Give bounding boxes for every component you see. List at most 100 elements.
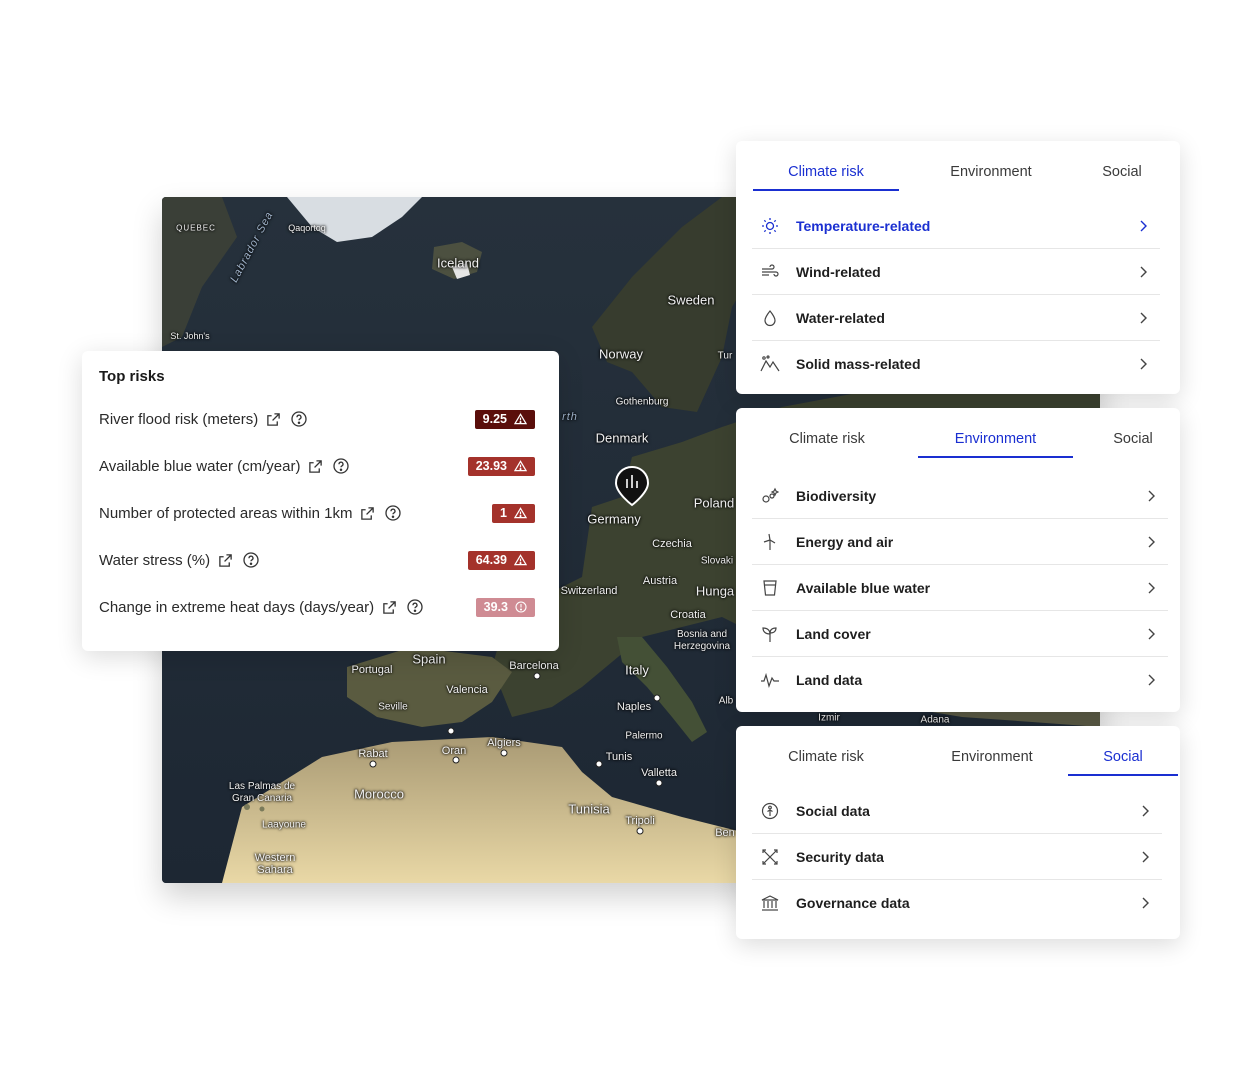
map-label-palermo: Palermo xyxy=(625,730,663,742)
help-circle-icon[interactable] xyxy=(333,458,350,474)
map-label-slovakia: Slovaki xyxy=(700,555,734,567)
list-item-water[interactable]: Water-related xyxy=(752,295,1160,341)
city-dot-valletta xyxy=(655,779,663,787)
list-item-social-data[interactable]: Social data xyxy=(752,788,1162,834)
list-item-governance-data[interactable]: Governance data xyxy=(752,880,1162,925)
list-item-label: Biodiversity xyxy=(796,487,877,504)
map-label-morocco: Morocco xyxy=(354,786,404,802)
city-dot-rabat xyxy=(369,760,377,768)
location-pin-icon[interactable] xyxy=(614,465,650,507)
chevron-right-icon xyxy=(1147,628,1156,640)
tab-environment[interactable]: Environment xyxy=(917,141,1065,189)
map-label-albania-partial: Alb xyxy=(718,695,734,707)
panel-tabs: Climate risk Environment Social xyxy=(752,726,1178,776)
map-label-western-sahara: Western Sahara xyxy=(254,852,296,876)
map-label-switzerland: Switzerland xyxy=(560,585,618,597)
risk-row-blue-water: Available blue water (cm/year) 23.93 xyxy=(99,453,535,479)
risk-badge: 1 xyxy=(492,503,535,523)
risk-value: 39.3 xyxy=(483,600,508,614)
map-label-bosnia: Bosnia and Herzegovina xyxy=(673,629,731,652)
tab-climate-risk[interactable]: Climate risk xyxy=(753,408,901,456)
list-item-label: Land cover xyxy=(796,625,871,642)
top-risks-card: Top risks River flood risk (meters) 9.25… xyxy=(82,351,559,651)
bank-icon xyxy=(760,893,780,913)
social-panel: Climate risk Environment Social Social d… xyxy=(736,726,1180,939)
map-label-turkey-partial: Tur xyxy=(717,350,733,362)
map-label-north-sea: rth xyxy=(562,411,578,423)
help-circle-icon[interactable] xyxy=(407,599,423,615)
map-label-poland: Poland xyxy=(693,495,735,511)
chevron-right-icon xyxy=(1147,582,1156,594)
map-label-benghazi-partial: Ben xyxy=(715,827,735,839)
list-item-wind[interactable]: Wind-related xyxy=(752,249,1160,295)
map-label-denmark: Denmark xyxy=(595,430,649,446)
list-item-temperature[interactable]: Temperature-related xyxy=(752,203,1160,249)
map-label-iceland: Iceland xyxy=(437,255,479,271)
map-label-hungary: Hunga xyxy=(695,583,735,599)
chevron-right-icon xyxy=(1141,805,1150,817)
tab-environment[interactable]: Environment xyxy=(918,408,1073,458)
risk-label: River flood risk (meters) xyxy=(99,410,259,428)
tab-climate-risk[interactable]: Climate risk xyxy=(753,141,899,191)
map-label-tunis: Tunis xyxy=(605,751,633,763)
list-item-land-data[interactable]: Land data xyxy=(752,657,1168,702)
map-label-austria: Austria xyxy=(642,575,678,587)
risk-row-water-stress: Water stress (%) 64.39 xyxy=(99,547,535,573)
risk-badge: 9.25 xyxy=(474,409,535,429)
pulse-icon xyxy=(760,670,780,690)
city-dot-barcelona xyxy=(533,672,541,680)
external-link-icon[interactable] xyxy=(308,459,323,474)
warning-icon xyxy=(514,554,527,566)
list-item-label: Water-related xyxy=(796,309,885,326)
help-circle-icon[interactable] xyxy=(243,552,259,568)
list-item-biodiversity[interactable]: Biodiversity xyxy=(752,473,1168,519)
list-item-energy-air[interactable]: Energy and air xyxy=(752,519,1168,565)
risk-value: 23.93 xyxy=(475,459,507,473)
tab-social[interactable]: Social xyxy=(1070,141,1174,189)
map-label-adana: Adana xyxy=(920,714,950,726)
security-icon xyxy=(760,847,780,867)
map-label-tunisia: Tunisia xyxy=(568,801,610,817)
risk-row-extreme-heat: Change in extreme heat days (days/year) … xyxy=(99,594,535,620)
map-label-laayoune: Laayoune xyxy=(262,819,306,831)
map-label-valencia: Valencia xyxy=(446,684,488,696)
external-link-icon[interactable] xyxy=(218,553,233,568)
map-label-barcelona: Barcelona xyxy=(509,660,559,672)
external-link-icon[interactable] xyxy=(360,506,375,521)
water-glass-icon xyxy=(760,578,780,598)
environment-panel: Climate risk Environment Social Biodiver… xyxy=(736,408,1180,712)
tab-social[interactable]: Social xyxy=(1082,408,1184,456)
external-link-icon[interactable] xyxy=(266,412,281,427)
panel-tabs: Climate risk Environment Social xyxy=(752,408,1164,458)
chevron-right-icon xyxy=(1147,490,1156,502)
tab-environment[interactable]: Environment xyxy=(918,726,1066,774)
list-item-land-cover[interactable]: Land cover xyxy=(752,611,1168,657)
risk-value: 64.39 xyxy=(475,553,507,567)
city-dot-tunis xyxy=(595,760,603,768)
map-label-oran: Oran xyxy=(441,745,467,757)
external-link-icon[interactable] xyxy=(382,600,397,615)
list-item-label: Available blue water xyxy=(796,579,931,596)
list-item-solid-mass[interactable]: Solid mass-related xyxy=(752,341,1160,386)
social-list: Social data Security data Governance dat… xyxy=(752,788,1162,925)
map-label-czechia: Czechia xyxy=(652,538,692,550)
warning-icon xyxy=(514,460,527,472)
help-circle-icon[interactable] xyxy=(385,505,402,521)
list-item-label: Temperature-related xyxy=(796,217,931,234)
help-circle-icon[interactable] xyxy=(291,411,307,427)
chevron-right-icon xyxy=(1141,851,1150,863)
list-item-security-data[interactable]: Security data xyxy=(752,834,1162,880)
landslide-icon xyxy=(760,354,780,374)
map-label-valletta: Valletta xyxy=(641,767,677,779)
risk-row-protected-areas: Number of protected areas within 1km 1 xyxy=(99,500,535,526)
list-item-blue-water[interactable]: Available blue water xyxy=(752,565,1168,611)
risk-badge: 64.39 xyxy=(467,550,535,570)
tab-climate-risk[interactable]: Climate risk xyxy=(753,726,899,774)
risk-label: Available blue water (cm/year) xyxy=(99,457,301,475)
risk-value: 1 xyxy=(500,506,507,520)
list-item-label: Social data xyxy=(796,802,870,819)
risk-label: Change in extreme heat days (days/year) xyxy=(99,598,375,616)
top-risks-title: Top risks xyxy=(99,368,165,385)
city-dot-valencia xyxy=(447,727,455,735)
tab-social[interactable]: Social xyxy=(1068,726,1178,776)
